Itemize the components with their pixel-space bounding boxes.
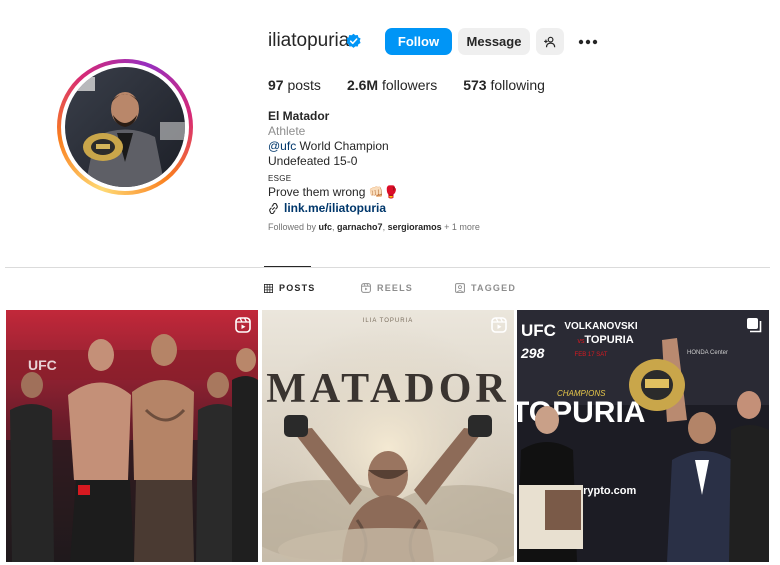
- profile-category: Athlete: [268, 124, 306, 138]
- posts-count-label: posts: [287, 77, 321, 93]
- avatar-photo: [65, 67, 185, 187]
- more-horizontal-icon: [578, 39, 598, 44]
- verified-badge-icon: [346, 33, 361, 48]
- profile-avatar-ring[interactable]: [57, 59, 193, 195]
- reels-icon: [361, 283, 371, 293]
- post-1-banner: UFC: [28, 357, 57, 373]
- posts-count-value: 97: [268, 77, 284, 93]
- post-thumbnail[interactable]: UFC: [6, 310, 258, 562]
- post-3-banner-line-1: VOLKANOVSKI: [564, 321, 638, 332]
- bio-line-3: Prove them wrong 👊🏻🥊: [268, 185, 399, 199]
- bio-mention-link[interactable]: @ufc: [268, 139, 296, 153]
- tagged-icon: [455, 283, 465, 293]
- avatar[interactable]: [65, 67, 185, 187]
- message-button[interactable]: Message: [458, 28, 530, 55]
- profile-bio: El Matador Athlete @ufc World Champion U…: [268, 109, 399, 216]
- reel-indicator-icon: [491, 317, 507, 333]
- post-3-honda: HONDA Center: [687, 350, 728, 356]
- post-3-banner-line-2: TOPURIA: [584, 334, 633, 346]
- post-2-subtitle: ILIA TOPURIA: [363, 318, 413, 324]
- bio-small-caps: ESGE: [268, 174, 292, 183]
- options-button[interactable]: [574, 28, 602, 55]
- followers-count-label: followers: [381, 77, 438, 93]
- tab-posts[interactable]: POSTS: [264, 283, 316, 293]
- tab-tagged-label: TAGGED: [471, 283, 517, 293]
- tabs-divider: [5, 267, 770, 268]
- add-user-icon: [544, 36, 556, 47]
- profile-full-name: El Matador: [268, 109, 330, 123]
- post-2-photo: ILIA TOPURIA MATADOR: [262, 310, 514, 562]
- tab-posts-label: POSTS: [279, 283, 316, 293]
- follow-button[interactable]: Follow: [385, 28, 452, 55]
- suggested-users-button[interactable]: [536, 28, 564, 55]
- profile-stats: 97 posts 2.6M followers 573 following: [268, 77, 571, 93]
- active-tab-indicator: [264, 266, 311, 267]
- post-3-ufc: UFC: [521, 321, 556, 340]
- avatar-gap: [61, 63, 189, 191]
- followed-by-suffix: + 1 more: [441, 222, 480, 232]
- following-link[interactable]: 573 following: [463, 77, 545, 93]
- profile-username: iliatopuria: [268, 30, 350, 51]
- carousel-indicator-icon: [747, 318, 762, 333]
- followed-by[interactable]: Followed by ufc, garnacho7, sergioramos …: [268, 222, 480, 232]
- post-3-sponsor: crypto.com: [577, 485, 637, 497]
- post-1-photo: UFC: [6, 310, 258, 562]
- followed-by-user-2: garnacho7: [337, 222, 383, 232]
- followed-by-user-3: sergioramos: [387, 222, 442, 232]
- post-3-event-number: 298: [520, 345, 545, 361]
- reel-indicator-icon: [235, 317, 251, 333]
- following-count-value: 573: [463, 77, 487, 93]
- tab-reels-label: REELS: [377, 283, 414, 293]
- tab-tagged[interactable]: TAGGED: [455, 283, 516, 293]
- grid-icon: [264, 283, 273, 293]
- followed-by-prefix: Followed by: [268, 222, 319, 232]
- post-thumbnail[interactable]: ILIA TOPURIA MATADOR: [262, 310, 514, 562]
- bio-line-1-text: World Champion: [296, 139, 389, 153]
- bio-line-1: @ufc World Champion: [268, 139, 399, 154]
- post-3-date: FEB 17 SAT: [575, 352, 608, 358]
- bio-link-text: link.me/iliatopuria: [284, 201, 387, 215]
- following-count-label: following: [490, 77, 545, 93]
- post-2-title: MATADOR: [266, 366, 509, 412]
- post-thumbnail[interactable]: UFC 298 VOLKANOVSKI vs TOPURIA FEB 17 SA…: [517, 310, 769, 562]
- followed-by-user-1: ufc: [318, 222, 333, 232]
- followers-count-value: 2.6M: [346, 77, 379, 93]
- tab-reels[interactable]: REELS: [361, 283, 413, 293]
- followers-link[interactable]: 2.6M followers: [347, 77, 437, 93]
- post-3-photo: UFC 298 VOLKANOVSKI vs TOPURIA FEB 17 SA…: [517, 310, 769, 562]
- posts-count: 97 posts: [268, 77, 321, 93]
- bio-external-link[interactable]: link.me/iliatopuria: [268, 201, 399, 216]
- bio-line-2: Undefeated 15-0: [268, 154, 358, 168]
- link-icon: [269, 203, 278, 214]
